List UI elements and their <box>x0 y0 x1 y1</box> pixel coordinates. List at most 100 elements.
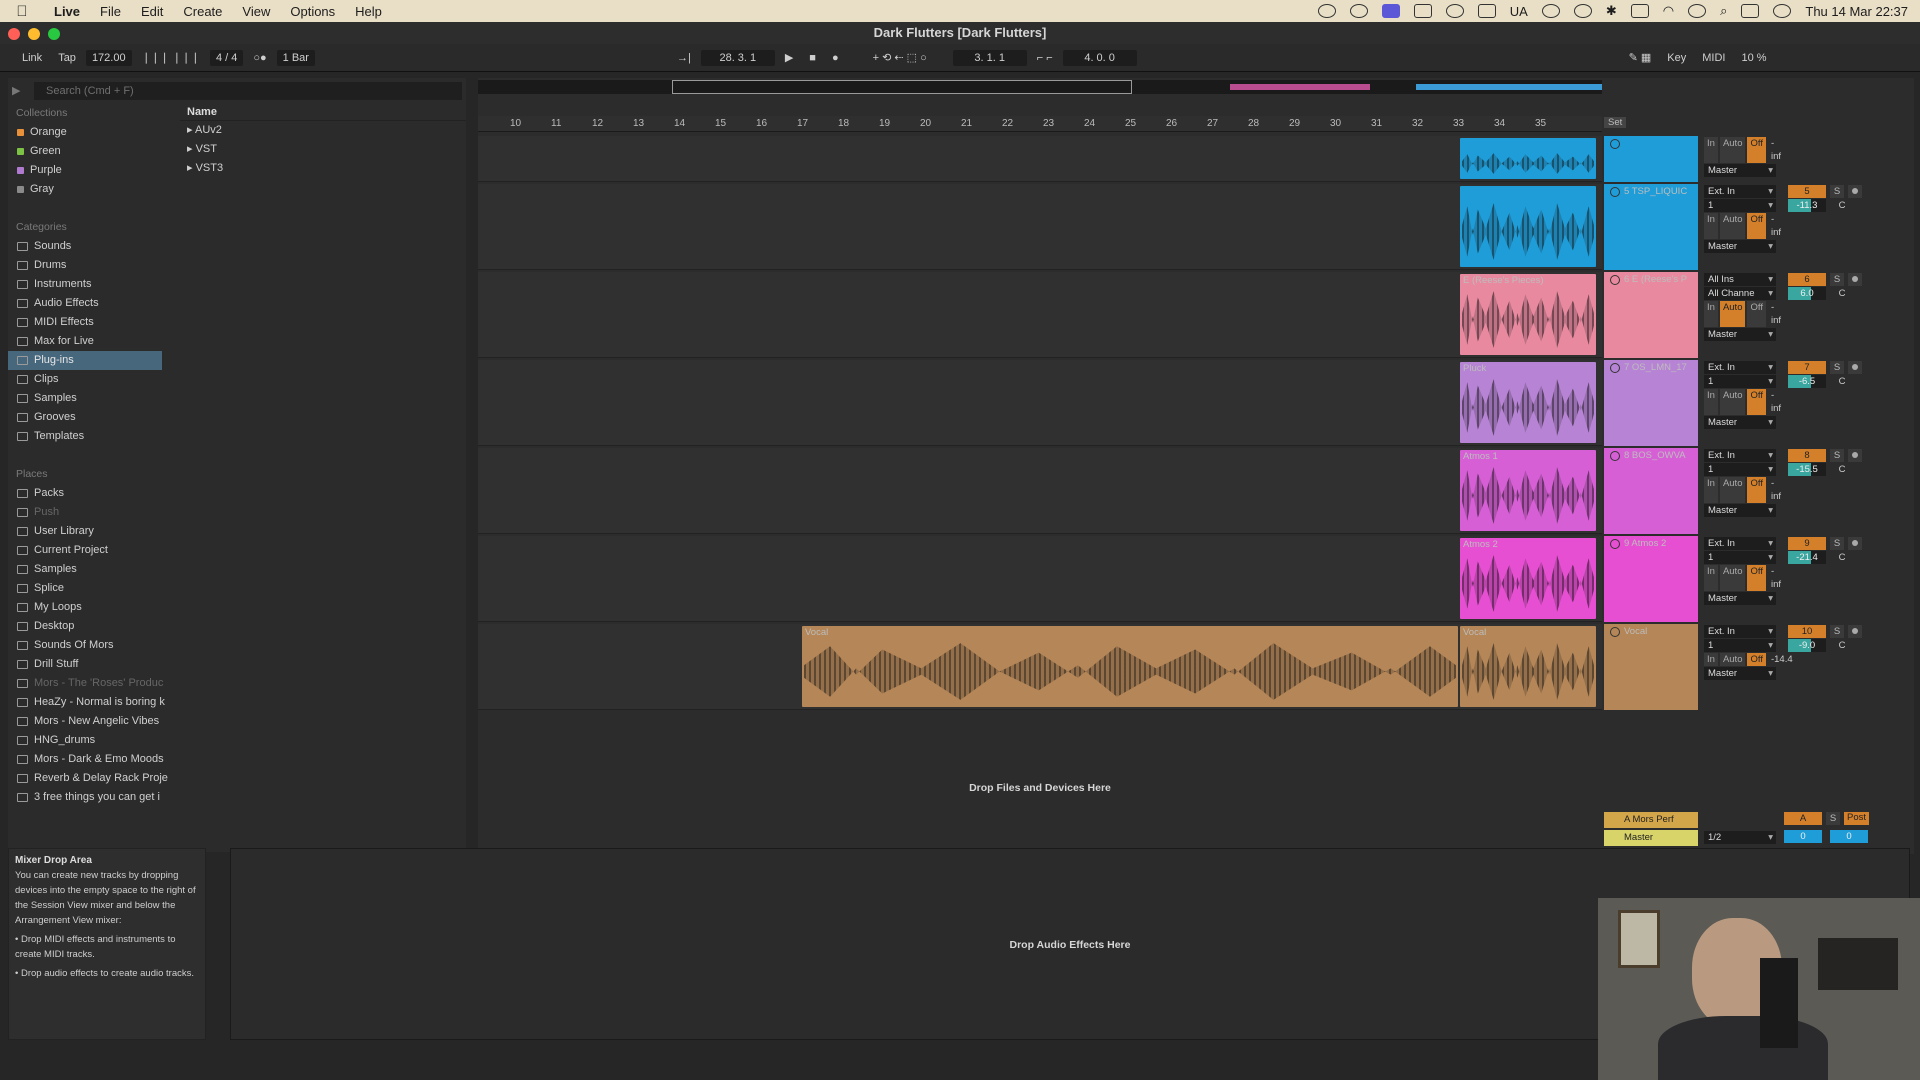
track-activator[interactable]: 5 <box>1788 185 1826 198</box>
audio-clip[interactable]: Vocal <box>1460 626 1596 707</box>
output-select[interactable]: Master <box>1704 240 1776 253</box>
menu-options[interactable]: Options <box>280 4 345 19</box>
track-header[interactable]: Vocal <box>1604 624 1698 710</box>
user-icon[interactable] <box>1688 4 1707 18</box>
monitor-auto-button[interactable]: Auto <box>1719 565 1746 591</box>
wifi-icon[interactable]: ◠ <box>1663 3 1674 19</box>
control-center-icon[interactable] <box>1741 4 1760 18</box>
fold-icon[interactable] <box>1610 363 1620 373</box>
menu-file[interactable]: File <box>90 4 131 19</box>
category-templates[interactable]: Templates <box>8 427 176 446</box>
pan-knob[interactable]: C <box>1830 376 1854 387</box>
fold-icon[interactable] <box>1610 275 1620 285</box>
fold-icon[interactable] <box>1610 451 1620 461</box>
metronome-icon[interactable]: ○● <box>247 51 272 65</box>
midi-map-button[interactable]: MIDI <box>1696 51 1731 65</box>
place-item[interactable]: Mors - New Angelic Vibes <box>8 712 176 731</box>
track-lane[interactable]: Vocal Vocal <box>478 624 1602 710</box>
levels-icon[interactable] <box>1477 4 1496 18</box>
place-item[interactable]: Packs <box>8 484 176 503</box>
category-plug-ins[interactable]: Plug-ins <box>8 351 162 370</box>
expand-icon[interactable]: ▸ <box>187 143 196 155</box>
fold-icon[interactable] <box>1610 139 1620 149</box>
track-lane[interactable]: E (Reese's Pieces) <box>478 272 1602 358</box>
menu-live[interactable]: Live <box>44 4 90 19</box>
input-type-select[interactable]: Ext. In <box>1704 449 1776 462</box>
track-lane[interactable] <box>478 184 1602 270</box>
solo-button[interactable]: S <box>1830 185 1844 198</box>
audio-clip[interactable]: E (Reese's Pieces) <box>1460 274 1596 355</box>
solo-button[interactable]: S <box>1830 273 1844 286</box>
solo-button[interactable]: S <box>1830 625 1844 638</box>
shazam-icon[interactable] <box>1541 4 1560 18</box>
stop-icon[interactable]: ■ <box>803 51 822 65</box>
output-select[interactable]: Master <box>1704 164 1776 177</box>
screen-share-icon[interactable] <box>1381 4 1400 18</box>
place-item[interactable]: Desktop <box>8 617 176 636</box>
input-channel-select[interactable]: All Channe <box>1704 287 1776 300</box>
track-header[interactable]: 6 E (Reese's P <box>1604 272 1698 358</box>
master-track-header[interactable]: Master <box>1604 830 1698 846</box>
expand-icon[interactable]: ▸ <box>187 162 196 174</box>
input-type-select[interactable]: Ext. In <box>1704 361 1776 374</box>
place-item[interactable]: User Library <box>8 522 176 541</box>
monitor-off-button[interactable]: Off <box>1747 565 1766 591</box>
return-track-header[interactable]: A Mors Perf <box>1604 812 1698 828</box>
monitor-auto-button[interactable]: Auto <box>1719 653 1746 666</box>
follow-icon[interactable]: →| <box>671 51 697 65</box>
master-volume[interactable]: 0 <box>1784 830 1822 843</box>
place-item[interactable]: Push <box>8 503 176 522</box>
time-machine-icon[interactable] <box>1573 4 1592 18</box>
monitor-in-button[interactable]: In <box>1704 653 1718 666</box>
monitor-off-button[interactable]: Off <box>1747 389 1766 415</box>
tempo-field[interactable]: 172.00 <box>85 49 132 66</box>
pan-knob[interactable]: C <box>1830 288 1854 299</box>
bluetooth-icon[interactable]: ✱ <box>1606 3 1617 19</box>
monitor-off-button[interactable]: Off <box>1747 477 1766 503</box>
place-item[interactable]: Splice <box>8 579 176 598</box>
master-channel-select[interactable]: 1/2 <box>1704 831 1776 844</box>
solo-button[interactable]: S <box>1826 812 1840 825</box>
input-channel-select[interactable]: 1 <box>1704 463 1776 476</box>
volume-slider[interactable]: -6.5 <box>1788 375 1826 388</box>
category-max-for-live[interactable]: Max for Live <box>8 332 176 351</box>
browser-toggle-icon[interactable]: ▶ <box>12 84 20 97</box>
return-track-activator[interactable]: A <box>1784 812 1822 825</box>
input-type-select[interactable]: Ext. In <box>1704 625 1776 638</box>
post-button[interactable]: Post <box>1844 812 1870 825</box>
siri-icon[interactable] <box>1773 4 1792 18</box>
category-clips[interactable]: Clips <box>8 370 176 389</box>
overdub-icon[interactable]: + ⟲ ⇠ ⬚ ○ <box>867 50 933 65</box>
play-icon[interactable]: ▶ <box>779 50 799 65</box>
monitor-off-button[interactable]: Off <box>1747 653 1766 666</box>
track-lane[interactable]: Pluck <box>478 360 1602 446</box>
audio-clip[interactable]: Vocal <box>802 626 1458 707</box>
place-item[interactable]: Current Project <box>8 541 176 560</box>
volume-slider[interactable]: -11.3 <box>1788 199 1826 212</box>
category-midi-effects[interactable]: MIDI Effects <box>8 313 176 332</box>
collection-gray[interactable]: Gray <box>8 180 176 199</box>
place-item[interactable]: HNG_drums <box>8 731 176 750</box>
track-activator[interactable]: 6 <box>1788 273 1826 286</box>
output-select[interactable]: Master <box>1704 416 1776 429</box>
output-select[interactable]: Master <box>1704 328 1776 341</box>
volume-slider[interactable]: -15.5 <box>1788 463 1826 476</box>
search-icon[interactable]: ⌕ <box>1720 3 1727 19</box>
minimize-button[interactable] <box>28 28 40 40</box>
track-lane[interactable]: Atmos 2 <box>478 536 1602 622</box>
folder-vst3[interactable]: ▸ VST3 <box>180 159 466 178</box>
monitor-in-button[interactable]: In <box>1704 565 1718 591</box>
arm-button[interactable] <box>1848 625 1862 638</box>
loop-start[interactable]: 3. 1. 1 <box>952 49 1027 66</box>
audio-icon[interactable] <box>1445 4 1464 18</box>
monitor-in-button[interactable]: In <box>1704 213 1718 239</box>
track-activator[interactable]: 10 <box>1788 625 1826 638</box>
arrangement-position[interactable]: 28. 3. 1 <box>700 49 775 66</box>
audio-clip[interactable]: Atmos 1 <box>1460 450 1596 531</box>
input-source[interactable]: UA <box>1510 4 1528 19</box>
solo-button[interactable]: S <box>1830 449 1844 462</box>
output-select[interactable]: Master <box>1704 592 1776 605</box>
overview-strip[interactable] <box>478 80 1602 94</box>
track-activator[interactable]: 8 <box>1788 449 1826 462</box>
category-audio-effects[interactable]: Audio Effects <box>8 294 176 313</box>
